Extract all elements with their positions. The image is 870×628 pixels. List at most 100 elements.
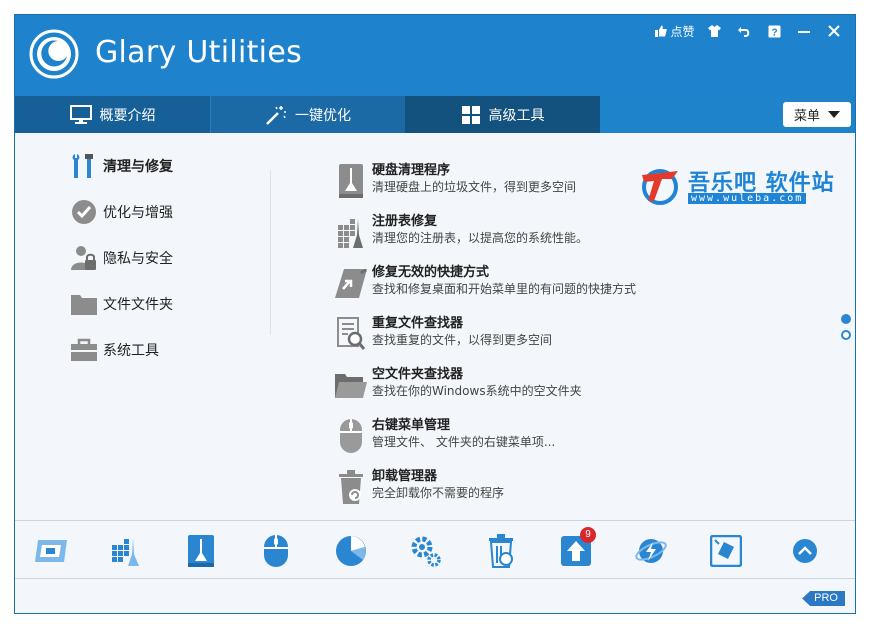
planet-bolt-icon <box>635 539 667 563</box>
chevron-down-icon <box>828 111 840 118</box>
status-bar: PRO <box>15 578 855 613</box>
mouse-icon <box>264 535 288 567</box>
tool-desc: 清理您的注册表，以提高您的系统性能。 <box>372 231 589 245</box>
gears-icon <box>411 536 441 567</box>
toolbox-icon <box>69 335 99 365</box>
registry-broom-icon <box>112 538 139 566</box>
user-lock-icon <box>69 243 99 273</box>
tool-empty-folder-finder[interactable]: 空文件夹查找器 查找在你的Windows系统中的空文件夹 <box>333 363 673 407</box>
tool-desc: 查找和修复桌面和开始菜单里的有问题的快捷方式 <box>372 282 637 296</box>
pro-badge[interactable]: PRO <box>802 591 845 606</box>
category-clean-repair-label: 清理与修复 <box>103 159 173 175</box>
mouse-icon <box>333 416 369 456</box>
tool-name: 硬盘清理程序 <box>372 163 451 178</box>
tool-shortcut-fixer[interactable]: 修复无效的快捷方式 查找和修复桌面和开始菜单里的有问题的快捷方式 <box>333 261 673 305</box>
tool-name: 注册表修复 <box>372 214 438 229</box>
check-badge-icon <box>69 197 99 227</box>
page-dot-2[interactable] <box>841 330 851 340</box>
folder-icon <box>69 289 99 319</box>
main-nav: 概要介绍 一键优化 高级工具 菜单 <box>15 96 855 133</box>
undo-icon <box>738 27 750 37</box>
minimize-button[interactable] <box>789 19 819 43</box>
tool-name: 卸载管理器 <box>372 469 438 484</box>
bottom-disk-cleaner-button[interactable] <box>183 533 219 569</box>
tool-name: 修复无效的快捷方式 <box>372 265 490 280</box>
tab-advanced-tools-label: 高级工具 <box>488 107 545 124</box>
bottom-boost-button[interactable] <box>633 533 669 569</box>
help-button[interactable]: ? <box>759 19 789 43</box>
close-icon <box>828 25 840 37</box>
category-files-folders-label: 文件文件夹 <box>103 297 173 313</box>
disk-cleaner-icon <box>188 535 214 567</box>
category-system-tools[interactable]: 系统工具 <box>69 333 159 367</box>
like-button[interactable]: 点赞 <box>651 19 699 43</box>
shirt-icon <box>707 25 721 37</box>
tool-duplicate-finder[interactable]: 重复文件查找器 查找重复的文件，以得到更多空间 <box>333 312 673 356</box>
category-privacy-label: 隐私与安全 <box>103 251 173 267</box>
menu-label: 菜单 <box>793 109 820 124</box>
tab-advanced-tools[interactable]: 高级工具 <box>405 96 600 133</box>
empty-folder-icon <box>333 365 369 405</box>
menu-button[interactable]: 菜单 <box>783 102 851 127</box>
bottom-update-button[interactable]: 9 <box>558 527 596 569</box>
bottom-overview-button[interactable] <box>33 533 69 569</box>
thumbs-up-icon <box>655 25 668 37</box>
monitor-icon <box>69 104 92 125</box>
tool-name: 重复文件查找器 <box>372 316 464 331</box>
category-files-folders[interactable]: 文件文件夹 <box>69 287 173 321</box>
tool-registry-repair[interactable]: 注册表修复 清理您的注册表，以提高您的系统性能。 <box>333 210 673 254</box>
like-label: 点赞 <box>670 24 695 39</box>
svg-text:?: ? <box>771 27 777 38</box>
tab-one-click[interactable]: 一键优化 <box>210 96 405 133</box>
shortcut-fix-icon <box>333 263 369 303</box>
minimize-icon <box>798 31 810 33</box>
window-controls: 点赞 ? <box>651 19 849 43</box>
bottom-tools-button[interactable] <box>708 533 744 569</box>
app-title: Glary Utilities <box>95 35 302 70</box>
grid-icon <box>461 105 481 125</box>
tool-desc: 清理硬盘上的垃圾文件，得到更多空间 <box>372 180 577 194</box>
help-icon: ? <box>768 25 780 38</box>
bottom-uninstall-button[interactable] <box>483 533 519 569</box>
tool-disk-cleaner[interactable]: 硬盘清理程序 清理硬盘上的垃圾文件，得到更多空间 <box>333 159 673 203</box>
tool-name: 空文件夹查找器 <box>372 367 464 382</box>
category-optimize[interactable]: 优化与增强 <box>69 195 173 229</box>
category-system-tools-label: 系统工具 <box>103 343 159 359</box>
undo-button[interactable] <box>729 19 759 43</box>
close-button[interactable] <box>819 19 849 43</box>
category-privacy[interactable]: 隐私与安全 <box>69 241 173 275</box>
tab-overview-label: 概要介绍 <box>99 107 156 124</box>
update-count-badge: 9 <box>580 527 596 543</box>
page-dot-1[interactable] <box>841 314 851 324</box>
title-bar: Glary Utilities 点赞 ? <box>15 15 855 96</box>
magic-wand-icon <box>265 105 287 125</box>
tool-desc: 完全卸载你不需要的程序 <box>372 486 505 500</box>
chevron-up-circle-icon <box>793 539 817 563</box>
uninstall-trash-icon <box>333 467 369 507</box>
category-optimize-label: 优化与增强 <box>103 205 173 221</box>
glary-logo-icon <box>29 29 79 79</box>
bottom-disk-analysis-button[interactable] <box>333 533 369 569</box>
watermark-logo-icon <box>642 169 678 205</box>
watermark: 吾乐吧 软件站 www.wuleba.com <box>638 163 838 207</box>
bottom-settings-button[interactable] <box>408 533 444 569</box>
skin-button[interactable] <box>699 19 729 43</box>
watermark-url: www.wuleba.com <box>688 193 807 204</box>
tab-one-click-label: 一键优化 <box>295 107 351 124</box>
bottom-registry-button[interactable] <box>108 533 144 569</box>
bottom-expand-button[interactable] <box>787 533 823 569</box>
tab-overview[interactable]: 概要介绍 <box>15 96 210 133</box>
tool-context-menu-manager[interactable]: 右键菜单管理 管理文件、 文件夹的右键菜单项... <box>333 414 673 458</box>
app-window: Glary Utilities 点赞 ? 概要介绍 一键优化 高级工具 菜单 清… <box>14 14 856 614</box>
category-clean-repair[interactable]: 清理与修复 <box>69 149 173 183</box>
category-divider <box>270 170 271 335</box>
screen-icon <box>35 540 67 562</box>
registry-broom-icon <box>333 212 369 252</box>
disk-cleaner-icon <box>333 161 369 201</box>
wrench-screwdriver-icon <box>69 151 99 181</box>
duplicate-finder-icon <box>333 314 369 354</box>
tool-uninstall-manager[interactable]: 卸载管理器 完全卸载你不需要的程序 <box>333 465 673 509</box>
bottom-context-menu-button[interactable] <box>258 533 294 569</box>
tool-desc: 查找在你的Windows系统中的空文件夹 <box>372 384 582 398</box>
tool-desc: 查找重复的文件，以得到更多空间 <box>372 333 553 347</box>
